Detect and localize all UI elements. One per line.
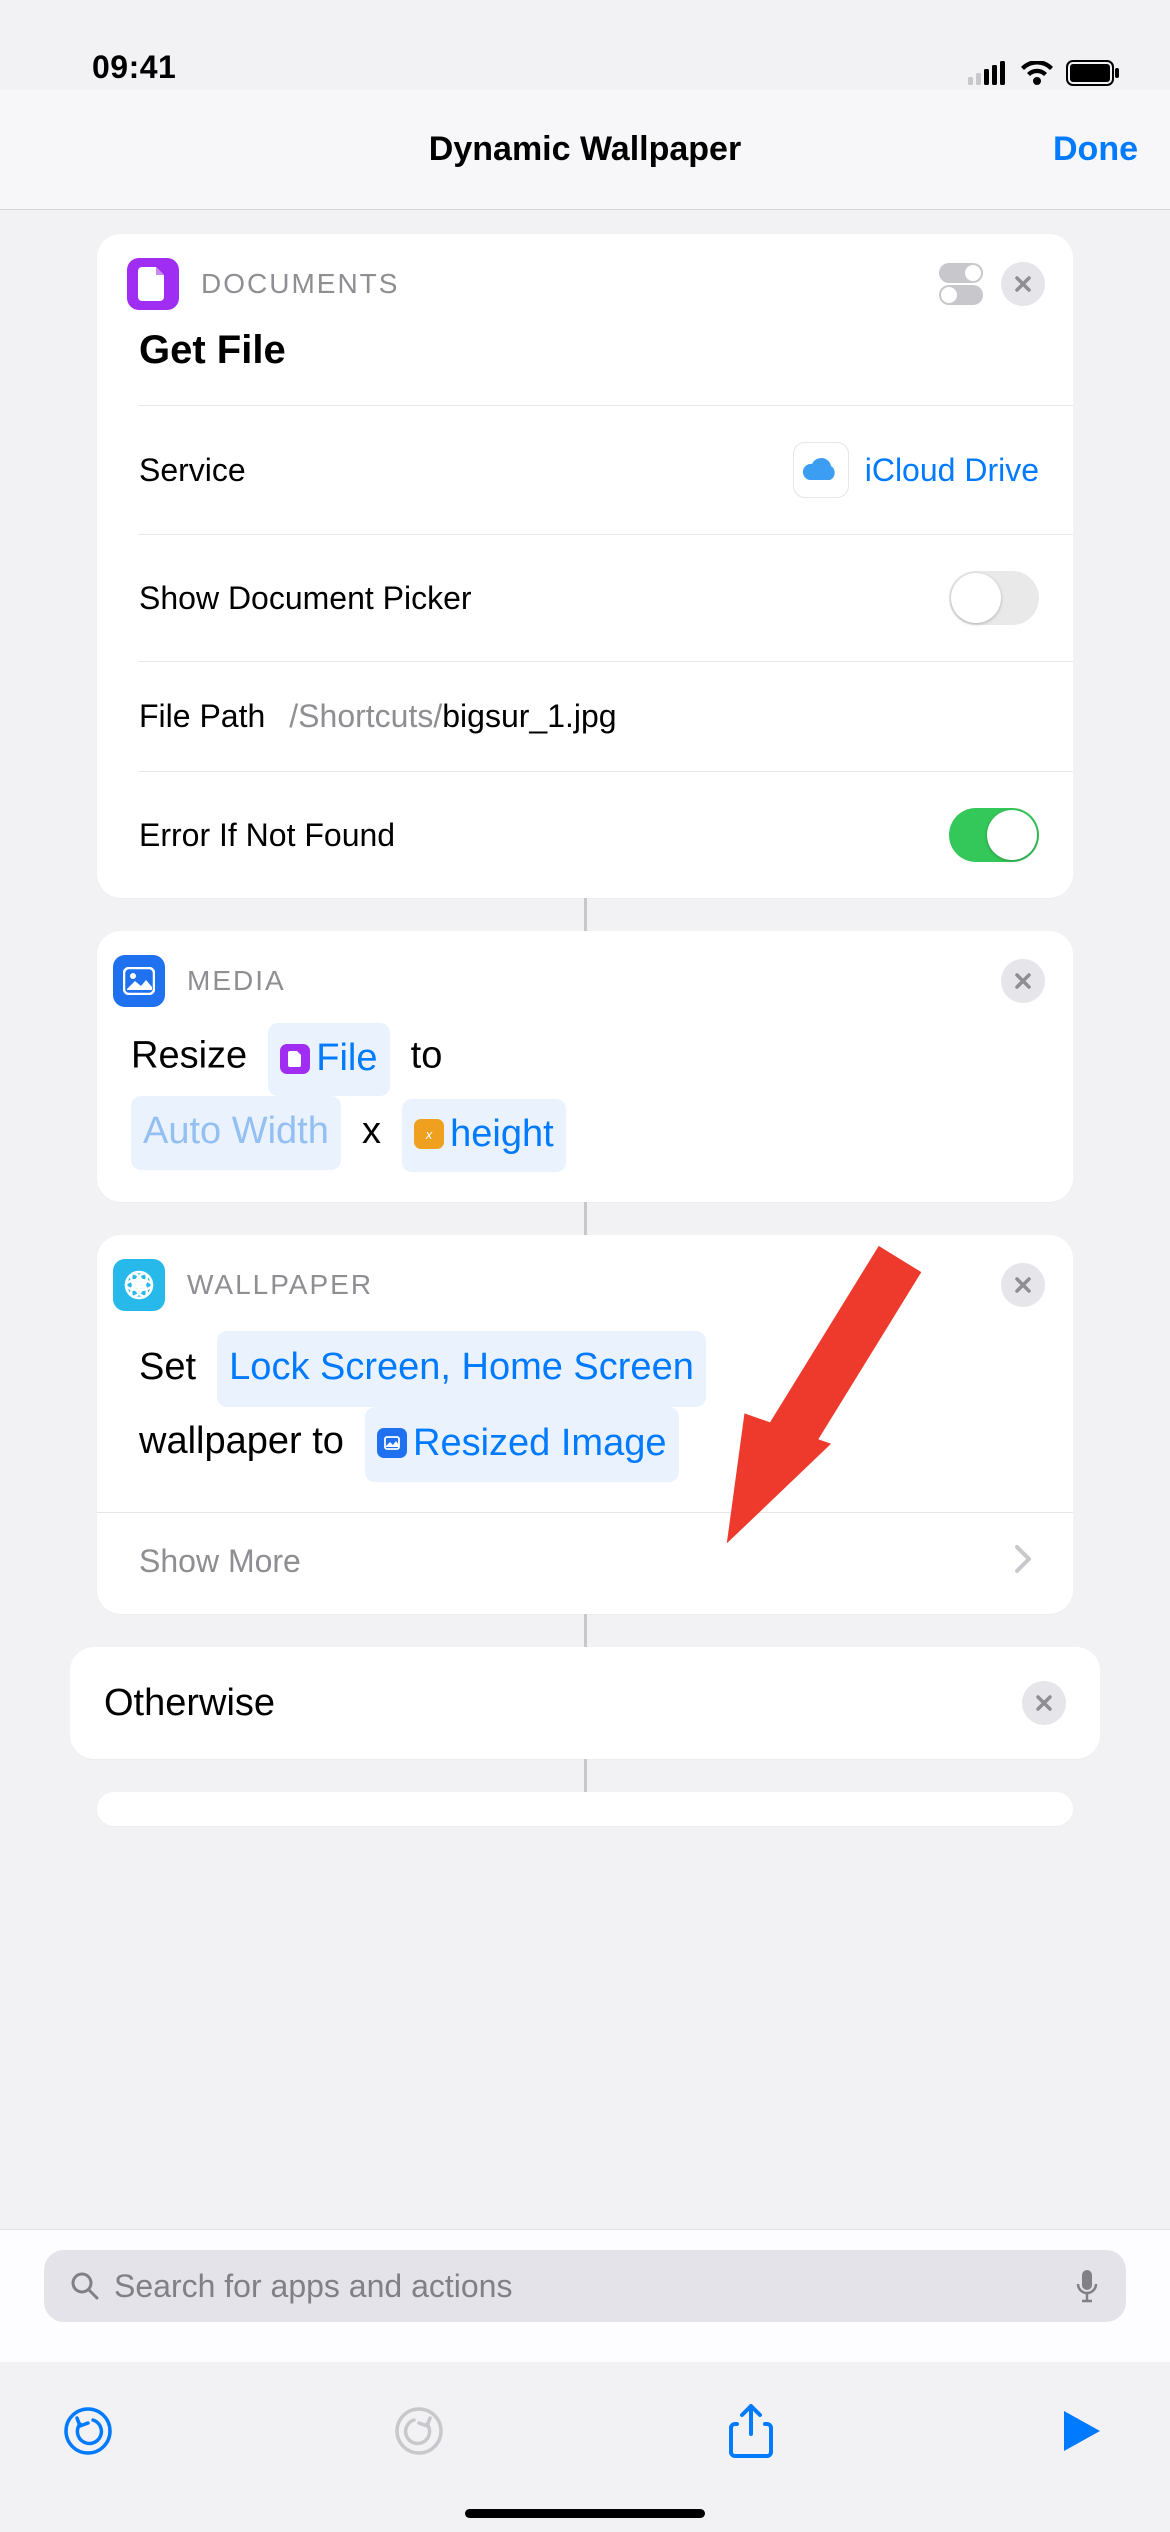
wifi-icon [1020,61,1054,85]
card-header: MEDIA [97,931,1073,1017]
height-variable-token[interactable]: x height [402,1099,566,1172]
card-header: DOCUMENTS [97,234,1073,320]
service-row[interactable]: Service iCloud Drive [97,406,1073,534]
resized-image-token[interactable]: Resized Image [365,1407,678,1483]
document-picker-row[interactable]: Show Document Picker [97,535,1073,661]
redo-button[interactable] [387,2399,451,2463]
search-field[interactable]: Search for apps and actions [44,2250,1126,2322]
documents-app-icon [127,258,179,310]
action-card-documents[interactable]: DOCUMENTS Get File Service iCloud Drive [97,234,1073,898]
search-placeholder: Search for apps and actions [114,2268,1060,2305]
category-label: DOCUMENTS [201,268,399,300]
shortcut-editor: DOCUMENTS Get File Service iCloud Drive [0,210,1170,1826]
picker-label: Show Document Picker [139,580,472,617]
action-card-wallpaper[interactable]: WALLPAPER Set Lock Screen, Home Screen w… [97,1235,1073,1614]
variable-icon: x [414,1119,444,1149]
error-switch[interactable] [949,808,1039,862]
set-wallpaper-action-body[interactable]: Set Lock Screen, Home Screen wallpaper t… [97,1321,1073,1512]
done-button[interactable]: Done [1053,130,1138,169]
show-more-label: Show More [139,1543,301,1580]
filepath-prefix: /Shortcuts/ [289,698,442,734]
microphone-icon[interactable] [1074,2268,1100,2304]
cellular-icon [968,61,1008,85]
undo-button[interactable] [56,2399,120,2463]
action-card-peek[interactable] [97,1792,1073,1826]
screens-token[interactable]: Lock Screen, Home Screen [217,1331,706,1407]
auto-width-token[interactable]: Auto Width [131,1096,341,1169]
connector [584,1202,587,1235]
share-button[interactable] [719,2399,783,2463]
delete-action-button[interactable] [1022,1681,1066,1725]
image-icon [377,1428,407,1458]
icloud-icon [793,442,849,498]
search-icon [70,2271,100,2301]
filepath-label: File Path [139,698,265,735]
nav-header: Dynamic Wallpaper Done [0,90,1170,210]
connector [584,1614,587,1647]
battery-icon [1066,60,1120,86]
home-indicator [465,2509,705,2518]
status-icons [968,60,1120,86]
action-card-otherwise[interactable]: Otherwise [70,1647,1100,1759]
status-bar: 09:41 [0,0,1170,90]
file-icon [280,1044,310,1074]
connector [584,898,587,931]
action-card-media[interactable]: MEDIA Resize File to Auto Width x x heig… [97,931,1073,1202]
media-app-icon [113,955,165,1007]
resize-action-body[interactable]: Resize File to Auto Width x x height [97,1017,1073,1202]
service-value[interactable]: iCloud Drive [865,452,1039,489]
action-title[interactable]: Get File [97,320,1073,405]
delete-action-button[interactable] [1001,1263,1045,1307]
category-label: MEDIA [187,965,286,997]
category-label: WALLPAPER [187,1269,373,1301]
file-variable-token[interactable]: File [268,1023,389,1096]
status-time: 09:41 [92,49,176,86]
page-title: Dynamic Wallpaper [429,130,741,169]
connector [584,1759,587,1792]
svg-text:x: x [425,1127,433,1142]
filepath-file[interactable]: bigsur_1.jpg [442,698,616,734]
delete-action-button[interactable] [1001,262,1045,306]
service-label: Service [139,452,246,489]
error-label: Error If Not Found [139,817,395,854]
search-panel: Search for apps and actions [0,2229,1170,2362]
error-row[interactable]: Error If Not Found [97,772,1073,898]
file-path-row[interactable]: File Path /Shortcuts/bigsur_1.jpg [97,662,1073,771]
otherwise-label: Otherwise [104,1682,275,1725]
accepts-input-toggle[interactable] [939,263,983,305]
header-controls [939,262,1045,306]
chevron-right-icon [1013,1543,1033,1580]
delete-action-button[interactable] [1001,959,1045,1003]
show-more-row[interactable]: Show More [97,1513,1073,1614]
bottom-toolbar [0,2376,1170,2486]
play-button[interactable] [1050,2399,1114,2463]
picker-switch[interactable] [949,571,1039,625]
wallpaper-app-icon [113,1259,165,1311]
card-header: WALLPAPER [97,1235,1073,1321]
